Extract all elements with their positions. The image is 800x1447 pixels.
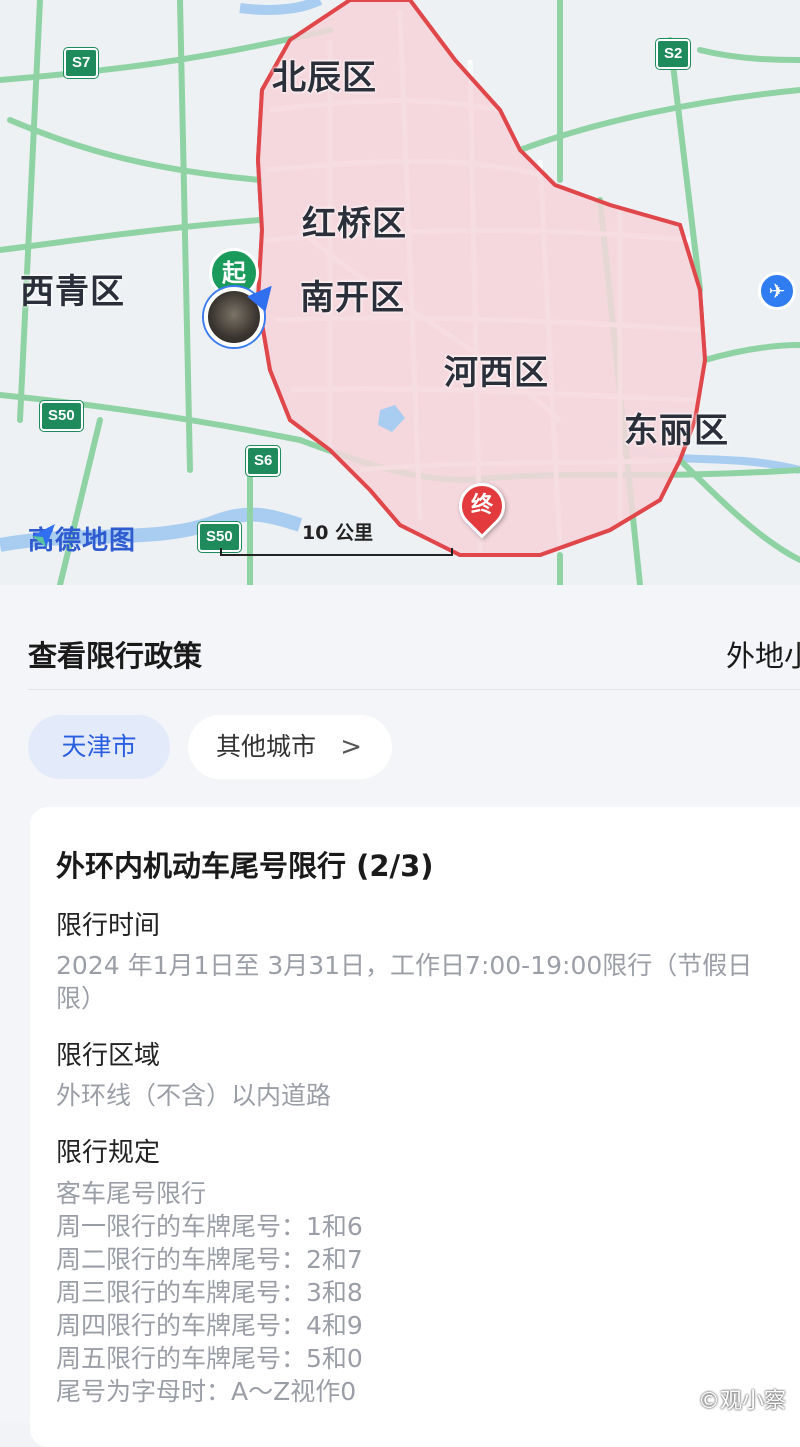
policy-card: 外环内机动车尾号限行 (2/3) 限行时间 2024 年1月1日至 3月31日，… (30, 807, 800, 1447)
chevron-right-icon: > (340, 732, 362, 762)
map-view[interactable]: 北辰区 红桥区 南开区 西青区 河西区 东丽区 S7 S2 S50 S6 S50… (0, 0, 800, 585)
plane-icon[interactable]: ✈ (758, 272, 796, 310)
policy-header-title[interactable]: 查看限行政策 (28, 633, 202, 675)
rule-line: 尾号为字母时：A～Z视作0 (56, 1377, 357, 1406)
highway-shield-s2: S2 (656, 39, 691, 69)
district-label-xiqing: 西青区 (20, 272, 125, 312)
map-scale-label: 10 公里 (301, 522, 374, 544)
watermark: ©观小察 (697, 1389, 786, 1414)
rule-line: 周三限行的车牌尾号：3和8 (56, 1278, 363, 1307)
highway-shield-s7: S7 (64, 48, 99, 78)
district-label-beichen: 北辰区 (272, 58, 377, 98)
rule-line: 周五限行的车牌尾号：5和0 (56, 1344, 363, 1373)
map-scale: 10 公里 (220, 518, 455, 558)
highway-shield-s50: S50 (40, 401, 83, 431)
rule-line: 客车尾号限行 (56, 1179, 207, 1208)
highway-shield-s6: S6 (246, 446, 281, 476)
area-text: 外环线（不含）以内道路 (56, 1081, 332, 1110)
time-text-line2: 限） (56, 984, 107, 1013)
end-marker-label: 终 (470, 493, 493, 518)
district-label-hongqiao: 红桥区 (302, 204, 407, 244)
district-label-hexi: 河西区 (444, 353, 549, 393)
time-text-line1: 2024 年1月1日至 3月31日，工作日7:00-19:00限行（节假日 (56, 951, 753, 980)
district-label-dongli: 东丽区 (624, 411, 729, 451)
policy-header-right[interactable]: 外地小 (726, 633, 800, 675)
city-chip-other[interactable]: 其他城市 > (188, 715, 392, 779)
rule-line: 周四限行的车牌尾号：4和9 (56, 1311, 363, 1340)
policy-card-title: 外环内机动车尾号限行 (2/3) (56, 849, 434, 883)
city-chip-other-label: 其他城市 (216, 732, 317, 761)
area-label: 限行区域 (56, 1041, 161, 1071)
rule-line: 周一限行的车牌尾号：1和6 (56, 1212, 363, 1241)
amap-logo-icon (32, 524, 55, 547)
divider (28, 689, 800, 690)
rule-line: 周二限行的车牌尾号：2和7 (56, 1245, 363, 1274)
rule-label: 限行规定 (56, 1138, 161, 1168)
time-label: 限行时间 (56, 911, 161, 941)
amap-logo: 高德地图 (28, 520, 136, 557)
city-chip-tianjin[interactable]: 天津市 (28, 715, 170, 779)
map-scale-bar (220, 548, 453, 556)
district-label-nankai: 南开区 (300, 278, 405, 318)
policy-sheet: 查看限行政策 外地小 天津市 其他城市 > 外环内机动车尾号限行 (2/3) 限… (0, 585, 800, 1447)
